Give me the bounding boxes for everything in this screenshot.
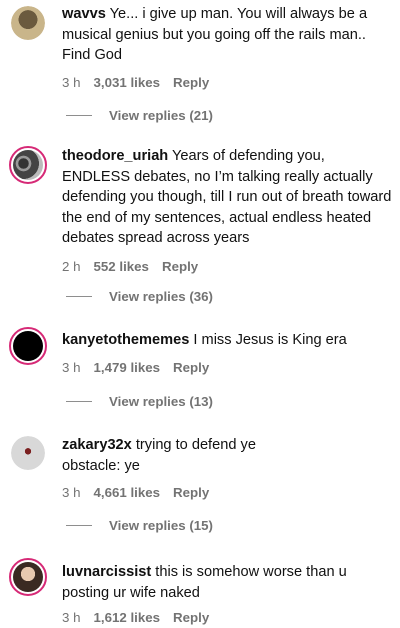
comment-time: 3 h [62, 359, 81, 375]
like-count[interactable]: 1,479 likes [94, 360, 161, 375]
view-replies-label: View replies (36) [109, 289, 213, 304]
like-count[interactable]: 552 likes [94, 259, 149, 274]
comment-body-line2: obstacle: ye [62, 457, 140, 474]
comment-time: 3 h [62, 485, 81, 500]
divider-line [66, 115, 92, 116]
avatar[interactable] [9, 146, 47, 184]
view-replies-button[interactable]: View replies (36) [66, 289, 213, 304]
avatar[interactable] [11, 6, 45, 40]
view-replies-button[interactable]: View replies (21) [66, 108, 213, 123]
comment-text: kanyetothememes I miss Jesus is King era [62, 330, 392, 351]
divider-line [66, 296, 92, 297]
comment-meta: 3 h 1,612 likes Reply [62, 610, 392, 625]
comment-text: wavvs Ye... i give up man. You will alwa… [62, 4, 392, 66]
comment-username[interactable]: theodore_uriah [62, 148, 168, 164]
comment-meta: 3 h 4,661 likes Reply [62, 485, 392, 500]
reply-button[interactable]: Reply [173, 610, 209, 625]
like-count[interactable]: 3,031 likes [94, 75, 161, 90]
comment-text: luvnarcissist this is somehow worse than… [62, 562, 392, 603]
comment-meta: 3 h 3,031 likes Reply [62, 75, 392, 90]
divider-line [66, 525, 92, 526]
comment-meta: 2 h 552 likes Reply [62, 259, 392, 274]
view-replies-label: View replies (15) [109, 518, 213, 533]
comment-username[interactable]: wavvs [62, 6, 106, 22]
comment-username[interactable]: kanyetothememes [62, 332, 189, 348]
comment-time: 3 h [62, 74, 81, 90]
comment-username[interactable]: luvnarcissist [62, 564, 151, 580]
divider-line [66, 401, 92, 402]
comment-text: theodore_uriah Years of defending you, E… [62, 146, 392, 249]
comment-body: I miss Jesus is King era [193, 332, 347, 348]
comment-text: zakary32x trying to defend ye obstacle: … [62, 435, 392, 476]
view-replies-label: View replies (13) [109, 394, 213, 409]
view-replies-label: View replies (21) [109, 108, 213, 123]
comment-time: 3 h [62, 610, 81, 625]
comment-meta: 3 h 1,479 likes Reply [62, 360, 392, 375]
reply-button[interactable]: Reply [173, 485, 209, 500]
comment-time: 2 h [62, 258, 81, 274]
like-count[interactable]: 4,661 likes [94, 485, 161, 500]
reply-button[interactable]: Reply [173, 75, 209, 90]
comment-username[interactable]: zakary32x [62, 437, 132, 453]
avatar[interactable] [9, 327, 47, 365]
avatar[interactable] [9, 558, 47, 596]
comment-body: Ye... i give up man. You will always be … [62, 6, 368, 63]
reply-button[interactable]: Reply [173, 360, 209, 375]
comment-body: trying to defend ye [135, 437, 256, 453]
avatar[interactable] [11, 436, 45, 470]
view-replies-button[interactable]: View replies (15) [66, 518, 213, 533]
view-replies-button[interactable]: View replies (13) [66, 394, 213, 409]
reply-button[interactable]: Reply [162, 259, 198, 274]
like-count[interactable]: 1,612 likes [94, 610, 161, 625]
